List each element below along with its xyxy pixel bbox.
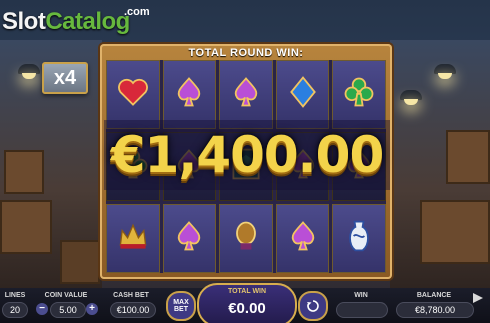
crate bbox=[420, 200, 490, 264]
logo-text-suffix: .com bbox=[124, 6, 150, 18]
win-value bbox=[336, 302, 388, 318]
coin-decrease-button[interactable]: − bbox=[36, 303, 48, 315]
menu-arrow-icon[interactable] bbox=[470, 290, 486, 306]
balance-label: BALANCE bbox=[416, 292, 452, 299]
crate bbox=[4, 150, 44, 194]
diamond-symbol-icon bbox=[285, 74, 321, 115]
coin-value-label: COIN VALUE bbox=[44, 292, 88, 299]
multiplier-badge: x4 bbox=[42, 62, 88, 94]
cash-bet-value: €100.00 bbox=[110, 302, 156, 318]
reel-cell bbox=[106, 60, 160, 129]
crate bbox=[60, 240, 100, 284]
lines-value: 20 bbox=[2, 302, 28, 318]
logo-text-slot: Slot bbox=[2, 8, 46, 35]
reel-cell bbox=[219, 60, 273, 129]
crown-symbol-icon bbox=[115, 218, 151, 259]
game-screen: Slot Catalog .com x4 TOTAL ROUND WIN: €1,… bbox=[0, 0, 490, 323]
reel-cell bbox=[332, 60, 386, 129]
coin-value: 5.00 bbox=[50, 302, 86, 318]
crate bbox=[446, 130, 490, 184]
ceiling-lamp-icon bbox=[434, 64, 456, 79]
autoplay-icon bbox=[307, 300, 319, 312]
spade-symbol-icon bbox=[228, 74, 264, 115]
club-symbol-icon bbox=[341, 74, 377, 115]
spade-symbol-icon bbox=[285, 218, 321, 259]
vase-symbol-icon bbox=[341, 218, 377, 259]
max-bet-button[interactable]: MAX BET bbox=[166, 291, 196, 321]
reel-cell bbox=[162, 204, 217, 273]
total-win-value: €0.00 bbox=[228, 300, 266, 317]
win-label: WIN bbox=[354, 292, 368, 299]
slotcatalog-logo: Slot Catalog .com bbox=[2, 6, 150, 36]
big-win-amount: €1,400.00 bbox=[110, 126, 385, 184]
coin-increase-button[interactable]: + bbox=[86, 303, 98, 315]
reel-cell bbox=[219, 204, 273, 273]
reel-cell bbox=[106, 204, 160, 273]
logo-text-catalog: Catalog bbox=[45, 8, 130, 35]
total-win-label: TOTAL WIN bbox=[227, 288, 267, 295]
spin-button[interactable]: TOTAL WIN €0.00 bbox=[197, 283, 297, 323]
lines-label: LINES bbox=[4, 292, 26, 299]
ceiling-lamp-icon bbox=[18, 64, 40, 79]
reel-cell bbox=[275, 60, 330, 129]
autoplay-button[interactable] bbox=[298, 291, 328, 321]
reel-cell bbox=[162, 60, 217, 129]
reel-cell bbox=[275, 204, 330, 273]
heart-symbol-icon bbox=[115, 74, 151, 115]
ceiling-lamp-icon bbox=[400, 90, 422, 105]
spade-symbol-icon bbox=[171, 218, 207, 259]
reel-cell bbox=[332, 204, 386, 273]
egg-symbol-icon bbox=[228, 218, 264, 259]
cash-bet-label: CASH BET bbox=[113, 292, 149, 299]
total-round-win-label: TOTAL ROUND WIN: bbox=[188, 47, 304, 59]
spade-symbol-icon bbox=[171, 74, 207, 115]
crate bbox=[0, 200, 52, 254]
balance-value: €8,780.00 bbox=[396, 302, 474, 318]
